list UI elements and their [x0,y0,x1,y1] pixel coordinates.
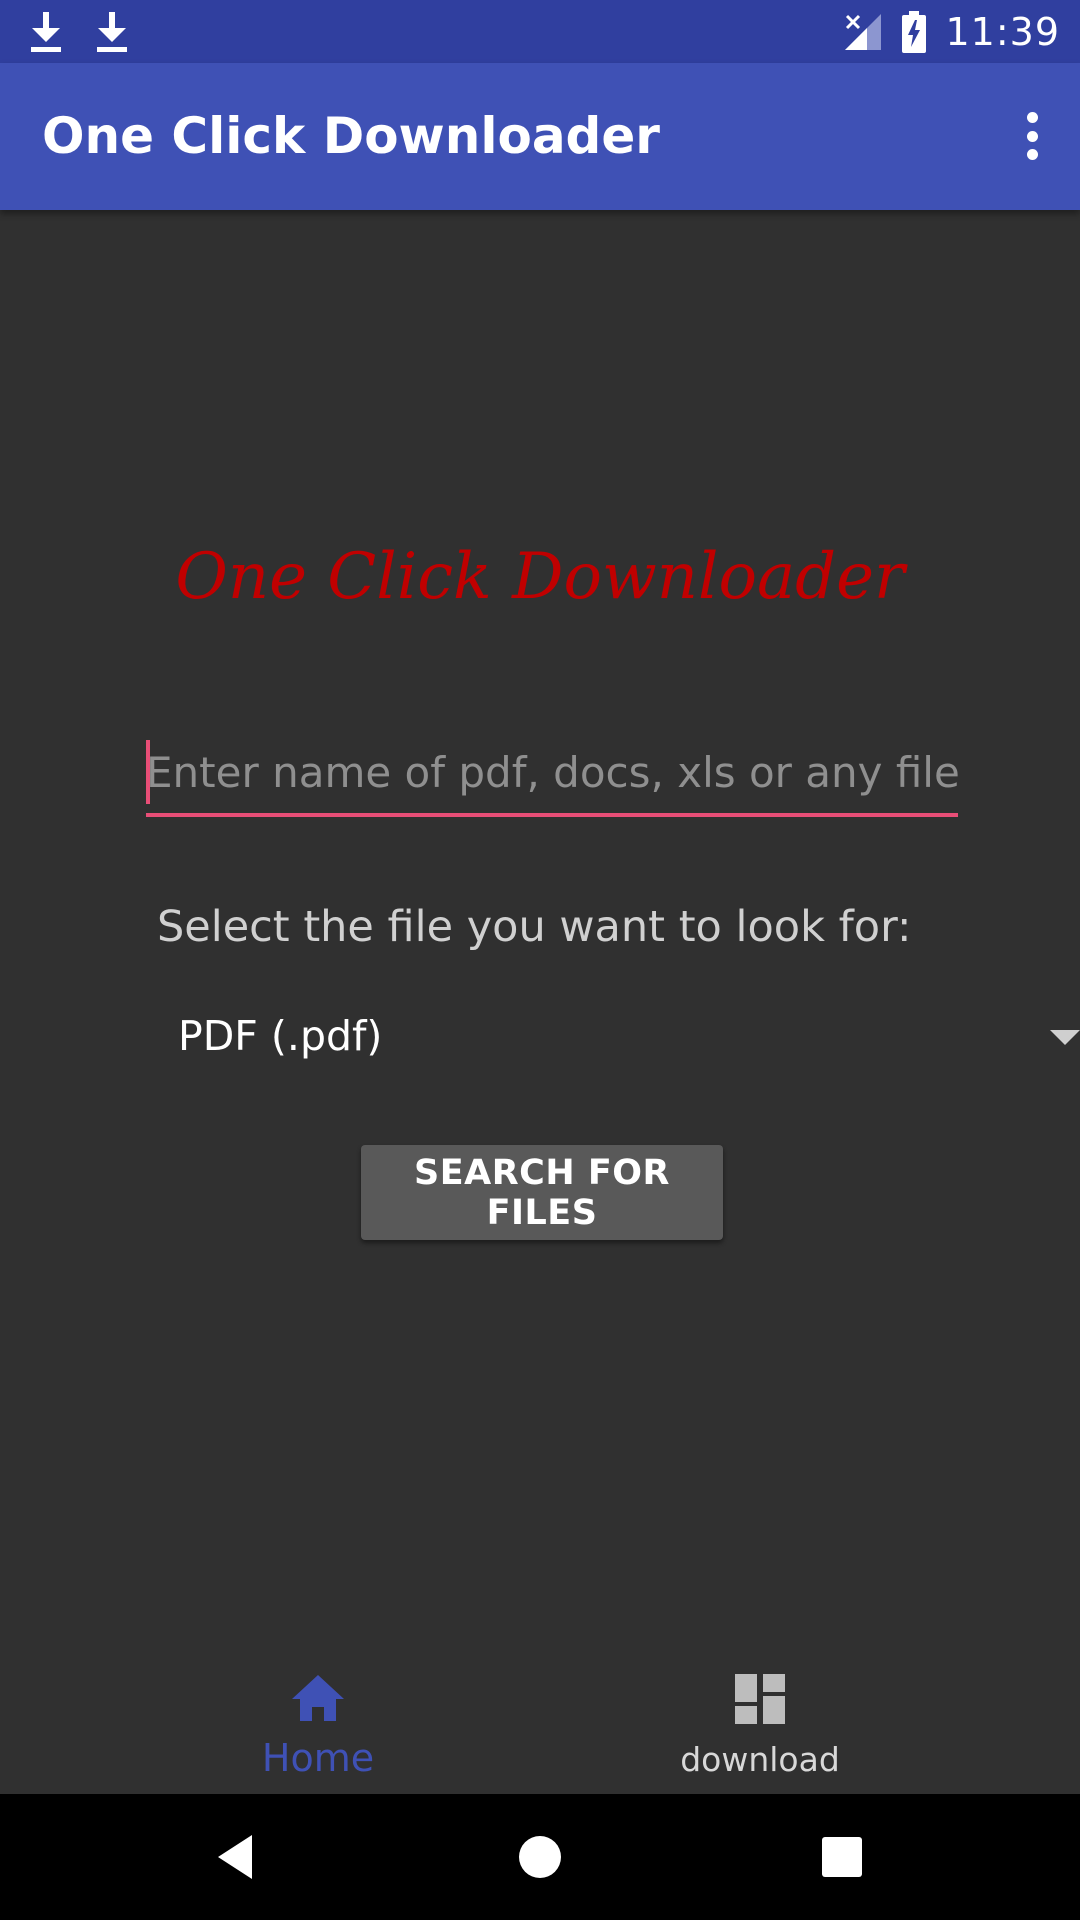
nav-item-home[interactable]: Home [168,1640,468,1794]
status-right: 11:39 [843,8,1060,56]
nav-label-home: Home [261,1736,375,1780]
nav-label-download: download [680,1740,840,1779]
file-type-spinner[interactable]: PDF (.pdf) [157,1000,1080,1080]
back-icon[interactable] [206,1825,270,1889]
home-circle-icon[interactable] [508,1825,572,1889]
select-label: Select the file you want to look for: [157,902,912,952]
menu-dot [1026,112,1038,123]
search-for-files-button[interactable]: SEARCH FOR FILES [361,1145,723,1240]
status-notification-icons [28,10,130,54]
menu-dot [1026,130,1038,142]
system-navigation-bar [0,1794,1080,1920]
app-bar: One Click Downloader [0,63,1080,210]
download-icon [97,12,127,52]
more-vert-icon[interactable] [1012,108,1052,164]
home-icon [292,1675,344,1721]
logo-title: One Click Downloader [175,540,905,614]
status-time: 11:39 [945,10,1060,54]
app-title: One Click Downloader [42,107,660,165]
spinner-selected-value: PDF (.pdf) [178,1012,383,1060]
download-icon [31,12,61,52]
search-field[interactable] [146,735,958,817]
no-signal-icon [845,14,882,50]
menu-dot [1026,149,1038,160]
nav-item-download[interactable]: download [610,1640,910,1794]
search-input[interactable] [146,735,958,809]
dropdown-arrow-icon [1050,1030,1080,1045]
bottom-navigation: Home download [0,1640,1080,1794]
battery-charging-icon [902,11,927,53]
screen: 11:39 One Click Downloader One Click Dow… [0,0,1080,1920]
dashboard-icon [735,1674,785,1724]
status-bar: 11:39 [0,0,1080,63]
recents-icon[interactable] [810,1825,874,1889]
text-cursor [146,740,150,804]
